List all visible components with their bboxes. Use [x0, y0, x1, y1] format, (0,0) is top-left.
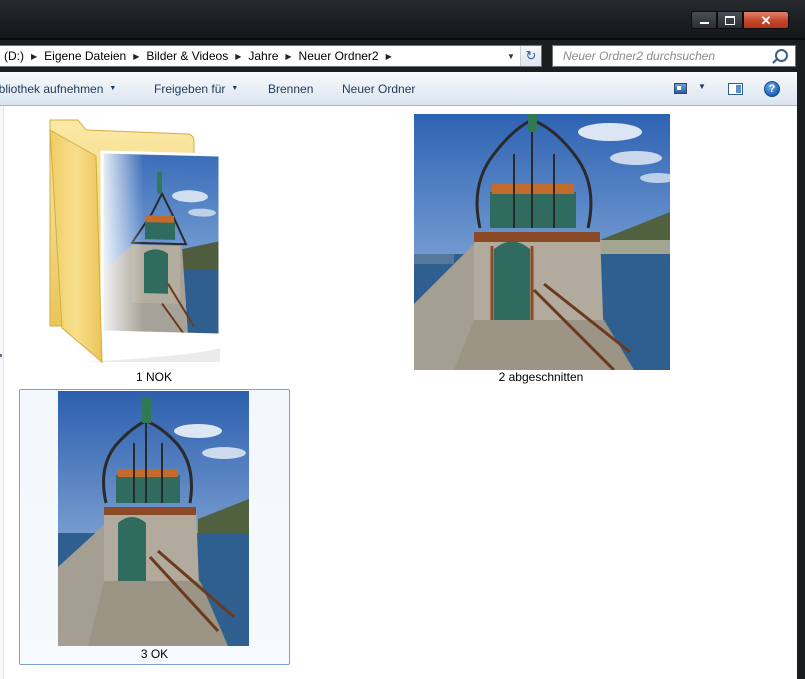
chevron-right-icon[interactable]: ▶ — [28, 52, 40, 61]
breadcrumb-item-eigene-dateien[interactable]: Eigene Dateien — [40, 49, 130, 63]
share-with-label: Freigeben für — [154, 81, 226, 96]
new-folder-label: Neuer Ordner — [342, 81, 416, 96]
breadcrumb-item-neuer-ordner2[interactable]: Neuer Ordner2 — [295, 49, 383, 63]
search-box[interactable] — [552, 45, 796, 67]
file-list[interactable]: 1 NOK 2 abgeschnitten 3 OK — [0, 106, 797, 679]
help-glyph: ? — [768, 83, 776, 95]
include-in-library-button[interactable]: ibliothek aufnehmen ▼ — [0, 72, 116, 105]
breadcrumb-item-drive[interactable]: (D:) — [0, 49, 28, 63]
breadcrumb[interactable]: (D:) ▶ Eigene Dateien ▶ Bilder & Videos … — [0, 45, 542, 67]
chevron-right-icon[interactable]: ▶ — [130, 52, 142, 61]
image-thumbnail — [58, 391, 249, 646]
address-history-dropdown[interactable]: ▼ — [504, 46, 518, 66]
burn-button[interactable]: Brennen — [268, 72, 313, 105]
chevron-down-icon: ▼ — [507, 51, 515, 61]
minimize-button[interactable] — [691, 11, 717, 29]
folder-icon — [49, 119, 222, 364]
command-bar: ibliothek aufnehmen ▼ Freigeben für ▼ Br… — [0, 72, 797, 106]
help-icon[interactable]: ? — [764, 81, 780, 97]
chevron-right-icon[interactable]: ▶ — [232, 52, 244, 61]
list-item-image[interactable]: 2 abgeschnitten — [410, 112, 672, 387]
minimize-icon — [699, 21, 709, 24]
maximize-button[interactable] — [717, 11, 743, 29]
chevron-down-icon: ▼ — [231, 85, 239, 92]
include-in-library-label: ibliothek aufnehmen — [0, 81, 104, 96]
maximize-icon — [725, 15, 735, 25]
chevron-right-icon[interactable]: ▶ — [282, 52, 294, 61]
title-bar: ✕ — [0, 0, 805, 40]
preview-pane-icon[interactable] — [728, 83, 743, 95]
chevron-right-icon[interactable]: ▶ — [383, 52, 395, 61]
close-button[interactable]: ✕ — [743, 11, 789, 29]
breadcrumb-item-bilder-videos[interactable]: Bilder & Videos — [142, 49, 232, 63]
window-right-frame — [797, 72, 805, 679]
chevron-down-icon: ▼ — [109, 85, 117, 92]
item-name: 3 OK — [140, 647, 169, 661]
search-icon[interactable] — [775, 49, 788, 62]
breadcrumb-item-jahre[interactable]: Jahre — [244, 49, 282, 63]
burn-label: Brennen — [268, 81, 314, 96]
change-view-icon[interactable] — [674, 83, 687, 94]
list-item-folder[interactable]: 1 NOK — [30, 112, 250, 384]
nav-expand-glyph[interactable] — [0, 354, 2, 357]
search-input[interactable] — [561, 48, 775, 64]
image-thumbnail — [414, 114, 670, 370]
item-name: 2 abgeschnitten — [498, 370, 584, 384]
new-folder-button[interactable]: Neuer Ordner — [342, 72, 415, 105]
chevron-down-icon[interactable]: ▼ — [698, 82, 706, 91]
share-with-button[interactable]: Freigeben für ▼ — [154, 72, 238, 105]
navigation-pane-edge[interactable] — [0, 106, 4, 679]
address-row: (D:) ▶ Eigene Dateien ▶ Bilder & Videos … — [0, 40, 805, 72]
close-icon: ✕ — [760, 12, 772, 28]
list-item-image-selected[interactable]: 3 OK — [19, 389, 290, 665]
refresh-icon: ↻ — [525, 48, 537, 63]
item-name: 1 NOK — [135, 370, 172, 384]
refresh-button[interactable]: ↻ — [520, 46, 541, 66]
